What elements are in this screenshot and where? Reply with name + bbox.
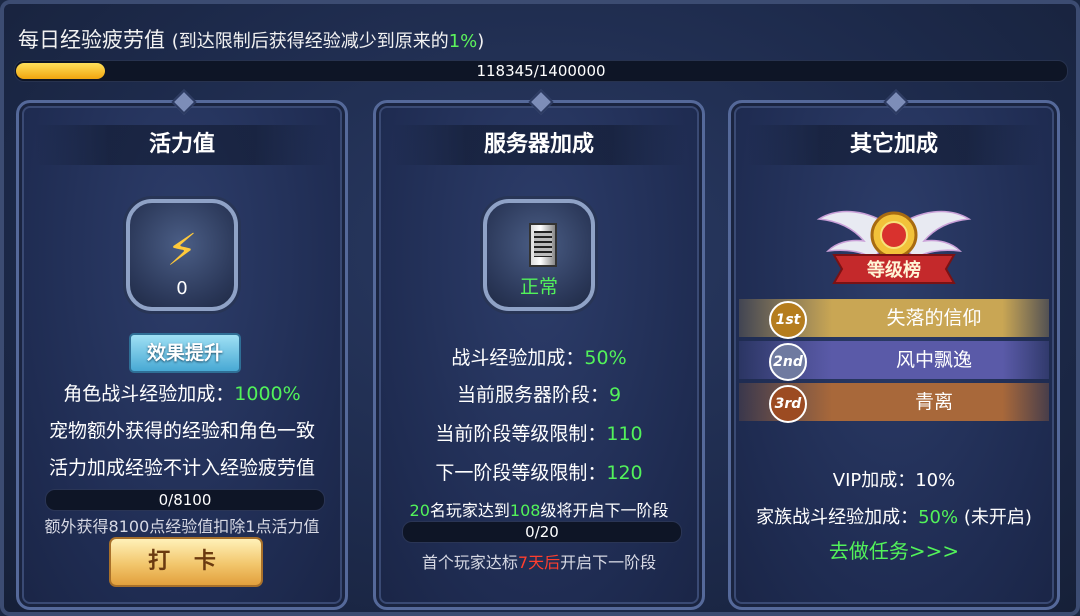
rank-row-3[interactable]: 3rd 青离: [739, 383, 1049, 423]
server-title: 服务器加成: [392, 125, 686, 165]
server-first-player-note: 首个玩家达标7天后开启下一阶段: [421, 553, 657, 572]
fatigue-progress-text: 118345/1400000: [476, 62, 606, 80]
boost-effect-button[interactable]: 效果提升: [129, 333, 241, 373]
ranking-badge-icon[interactable]: 等级榜: [814, 199, 974, 289]
pet-exp-note: 宠物额外获得的经验和角色一致: [48, 420, 315, 442]
checkin-button[interactable]: 打 卡: [109, 537, 263, 587]
rank-3-name: 青离: [914, 391, 953, 413]
server-progress-note: 20名玩家达到108级将开启下一阶段: [409, 501, 669, 520]
rank-row-1[interactable]: 1st 失落的信仰: [739, 299, 1049, 339]
server-row-stage: 当前服务器阶段：9: [456, 384, 622, 406]
server-row-current-limit: 当前阶段等级限制：110: [435, 423, 643, 445]
server-progress-text: 0/20: [525, 523, 559, 541]
vitality-fatigue-note: 活力加成经验不计入经验疲劳值: [48, 457, 315, 479]
panel-ornament: [171, 89, 197, 115]
server-row-exp: 战斗经验加成：50%: [451, 347, 627, 369]
ranking-badge-label: 等级榜: [867, 259, 921, 281]
panel-ornament: [528, 89, 554, 115]
fatigue-title-text: 每日经验疲劳值: [18, 28, 165, 52]
rank-1-medal-icon: 1st: [769, 301, 807, 339]
vip-bonus: VIP加成：10%: [832, 470, 956, 491]
server-status: 正常: [519, 276, 558, 298]
panel-ornament: [883, 89, 909, 115]
vitality-progress-bar: 0/8100: [45, 489, 325, 511]
lightning-icon: ⚡: [166, 225, 198, 276]
fatigue-title: 每日经验疲劳值 (到达限制后获得经验减少到原来的1%): [18, 24, 484, 54]
rank-2-name: 风中飘逸: [895, 349, 972, 371]
server-icon-box[interactable]: 正常: [483, 199, 595, 311]
go-task-link[interactable]: 去做任务>>>: [731, 535, 1057, 564]
server-row-next-limit: 下一阶段等级限制：120: [435, 462, 643, 484]
fatigue-progress-bar: 118345/1400000: [14, 60, 1068, 82]
server-icon: [529, 223, 557, 267]
fatigue-note: (到达限制后获得经验减少到原来的1%): [171, 31, 485, 52]
family-exp-bonus: 家族战斗经验加成：50% (未开启): [756, 507, 1032, 528]
rank-3-medal-icon: 3rd: [769, 385, 807, 423]
vitality-value: 0: [176, 278, 188, 299]
vitality-icon-box[interactable]: ⚡ 0: [126, 199, 238, 311]
vitality-footnote: 额外获得8100点经验值扣除1点活力值: [44, 517, 320, 536]
vitality-title: 活力值: [35, 125, 329, 165]
other-bonus-panel: 其它加成 等级榜 1st 失落的信仰 2nd 风中飘逸 3rd 青离 VIP加成…: [728, 89, 1060, 610]
rank-row-2[interactable]: 2nd 风中飘逸: [739, 341, 1049, 381]
vitality-panel: 活力值 ⚡ 0 效果提升 角色战斗经验加成：1000% 宠物额外获得的经验和角色…: [16, 89, 348, 610]
rank-2-medal-icon: 2nd: [769, 343, 807, 381]
server-panel: 服务器加成 正常 战斗经验加成：50% 当前服务器阶段：9 当前阶段等级限制：1…: [373, 89, 705, 610]
other-bonus-title: 其它加成: [747, 125, 1041, 165]
role-exp-bonus-line: 角色战斗经验加成：1000%: [63, 383, 301, 405]
rank-1-name: 失落的信仰: [886, 307, 982, 329]
game-window: 每日经验疲劳值 (到达限制后获得经验减少到原来的1%) 118345/14000…: [0, 0, 1080, 616]
vitality-progress-text: 0/8100: [158, 491, 212, 509]
server-progress-bar: 0/20: [402, 521, 682, 543]
